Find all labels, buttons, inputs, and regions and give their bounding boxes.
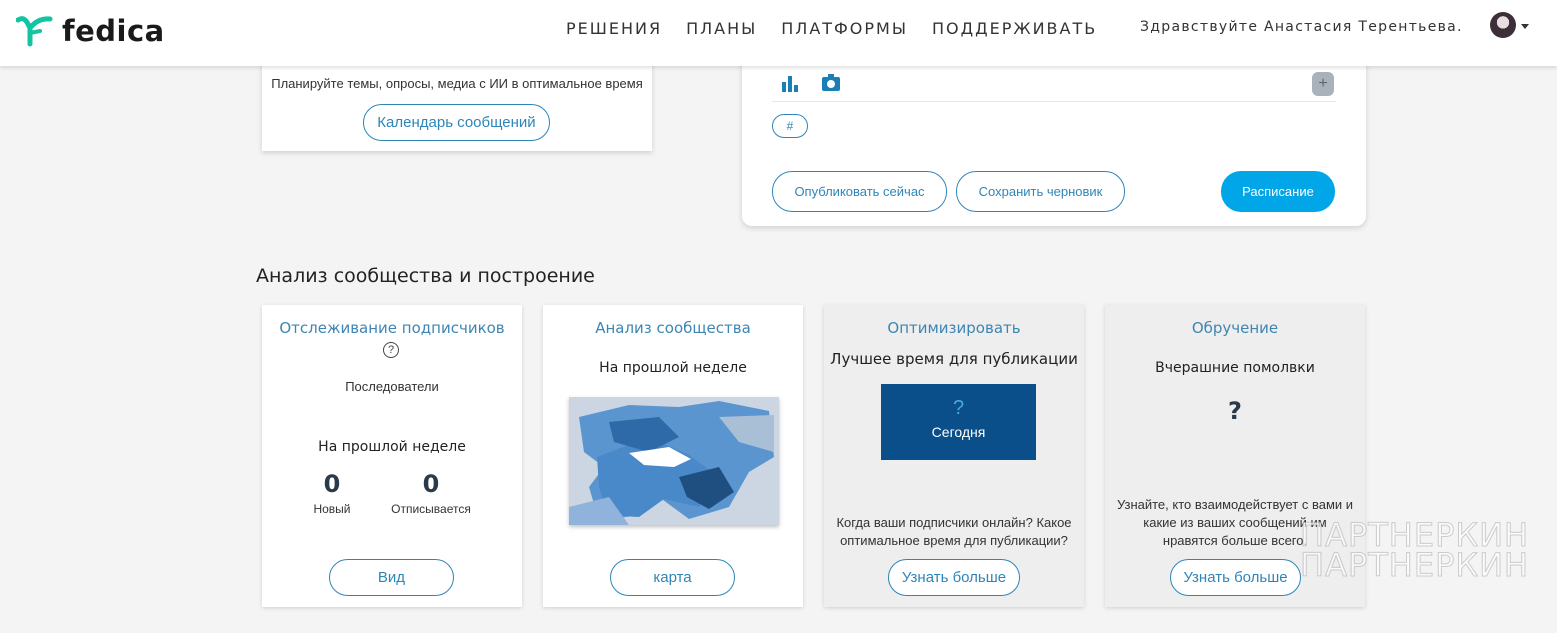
engagement-value: ? — [1228, 397, 1242, 425]
followers-period: На прошлой неделе — [318, 439, 466, 455]
message-calendar-button[interactable]: Календарь сообщений — [363, 104, 550, 141]
engagement-subtitle: Вчерашние помолвки — [1155, 360, 1315, 376]
best-time-heading: Лучшее время для публикации — [830, 350, 1078, 368]
publish-now-button[interactable]: Опубликовать сейчас — [772, 171, 947, 212]
optimize-title[interactable]: Оптимизировать — [824, 319, 1084, 337]
schedule-button[interactable]: Расписание — [1221, 171, 1335, 212]
nav-plans[interactable]: ПЛАНЫ — [686, 19, 757, 38]
avatar[interactable] — [1490, 12, 1516, 38]
unfollows-stat: 0 Отписывается — [371, 470, 491, 516]
optimize-learn-more-button[interactable]: Узнать больше — [888, 559, 1020, 596]
community-analysis-title[interactable]: Анализ сообщества — [543, 319, 803, 337]
save-draft-button[interactable]: Сохранить черновик — [956, 171, 1125, 212]
camera-icon[interactable] — [822, 74, 840, 91]
composer-toolbar: + — [772, 72, 1336, 102]
unfollows-value: 0 — [422, 470, 440, 498]
help-icon[interactable]: ? — [383, 342, 399, 358]
best-time-value: ? — [952, 397, 965, 419]
followers-subtitle: Последователи — [345, 379, 439, 394]
best-time-today-box: ? Сегодня — [881, 384, 1036, 460]
logo[interactable]: fedica — [16, 14, 165, 48]
world-map-image[interactable] — [569, 397, 779, 525]
watermark-line2: ПАРТНЕРКИН — [1299, 546, 1530, 584]
top-navbar: fedica РЕШЕНИЯ ПЛАНЫ ПЛАТФОРМЫ ПОДДЕРЖИВ… — [0, 0, 1557, 66]
chevron-down-icon[interactable] — [1521, 24, 1529, 29]
community-period: На прошлой неделе — [599, 360, 747, 376]
nav-support[interactable]: ПОДДЕРЖИВАТЬ — [932, 19, 1097, 38]
calendar-description: Планируйте темы, опросы, медиа с ИИ в оп… — [271, 76, 643, 91]
nav-solutions[interactable]: РЕШЕНИЯ — [566, 19, 662, 38]
section-title: Анализ сообщества и построение — [256, 265, 595, 287]
engagement-title[interactable]: Обручение — [1105, 319, 1365, 337]
main-nav: РЕШЕНИЯ ПЛАНЫ ПЛАТФОРМЫ ПОДДЕРЖИВАТЬ — [566, 19, 1121, 38]
nav-platforms[interactable]: ПЛАТФОРМЫ — [781, 19, 908, 38]
optimize-desc-line2: оптимальное время для публикации? — [840, 533, 1068, 548]
optimize-card: Оптимизировать Лучшее время для публикац… — [824, 305, 1084, 607]
hashtag-button[interactable]: # — [772, 114, 808, 138]
follower-tracking-card: Отслеживание подписчиков ? Последователи… — [262, 305, 522, 607]
logo-text: fedica — [62, 14, 165, 48]
chart-icon[interactable] — [782, 76, 800, 92]
post-composer: + # Опубликовать сейчас Сохранить чернов… — [742, 50, 1366, 226]
optimize-desc-line1: Когда ваши подписчики онлайн? Какое — [836, 515, 1072, 530]
plus-icon[interactable]: + — [1312, 72, 1334, 96]
view-button[interactable]: Вид — [329, 559, 454, 596]
today-label: Сегодня — [931, 424, 986, 440]
map-button[interactable]: карта — [610, 559, 735, 596]
follower-tracking-title[interactable]: Отслеживание подписчиков — [262, 319, 522, 337]
engagement-desc-line1: Узнайте, кто взаимодействует с вами и — [1116, 497, 1354, 512]
watermark: ПАРТНЕРКИН ПАРТНЕРКИН — [1299, 519, 1530, 584]
community-analysis-card: Анализ сообщества На прошлой неделе карт… — [543, 305, 803, 607]
engagement-learn-more-button[interactable]: Узнать больше — [1170, 559, 1301, 596]
user-greeting: Здравствуйте Анастасия Терентьева. — [1140, 19, 1463, 35]
unfollows-label: Отписывается — [391, 502, 471, 516]
fedica-logo-icon — [16, 16, 53, 47]
